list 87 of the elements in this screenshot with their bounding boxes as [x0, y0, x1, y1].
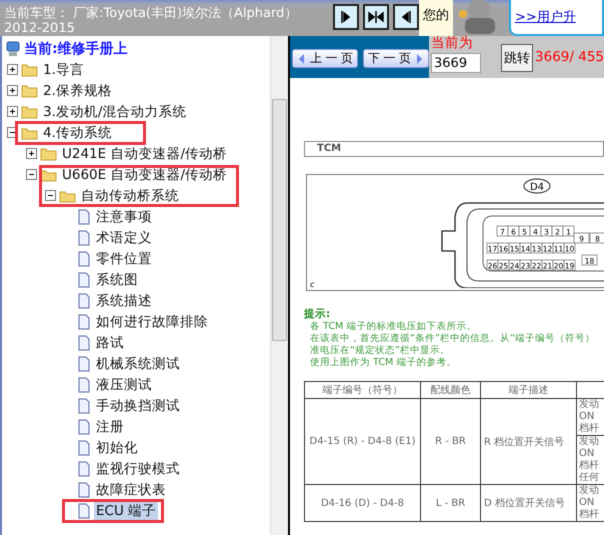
folder-icon	[40, 146, 57, 160]
folder-icon	[21, 62, 38, 76]
left-arrow-icon	[297, 52, 306, 64]
tree-item[interactable]: 3.发动机/混合动力系统	[41, 102, 188, 120]
document-icon	[77, 334, 91, 350]
tree-item[interactable]: 注册	[94, 418, 126, 436]
table-cell: L - BR	[420, 484, 480, 522]
hint-text: 各 TCM 端子的标准电压如下表所示。	[309, 321, 478, 333]
notice-text: 您的	[419, 0, 453, 36]
table-cell-text: 发动 ON 档杆	[578, 485, 600, 521]
table-cell: R 档位置开关信号	[480, 398, 576, 484]
document-icon	[77, 356, 91, 372]
document-icon	[77, 250, 91, 266]
column-header: 端子描述	[480, 382, 576, 398]
document-icon	[77, 376, 91, 392]
collapse-icon[interactable]	[45, 190, 56, 201]
tree-item[interactable]: 4.传动系统	[41, 124, 114, 142]
tree-item[interactable]: 注意事项	[94, 208, 154, 226]
tree-item[interactable]: 故障症状表	[94, 480, 168, 498]
folder-icon	[40, 168, 57, 182]
table-cell: D4-16 (D) - D4-8	[304, 484, 420, 522]
document-icon	[77, 398, 91, 414]
tree-item[interactable]: 1.导言	[41, 60, 86, 78]
table-cell: D4-15 (R) - D4-8 (E1)	[304, 398, 420, 484]
document-icon	[77, 482, 91, 498]
document-icon	[77, 292, 91, 308]
hint-text: 使用上图作为 TCM 端子的参考。	[309, 357, 458, 369]
hint-title: 提示:	[304, 307, 332, 321]
document-icon	[77, 314, 91, 330]
folder-icon	[59, 188, 76, 202]
scrollbar[interactable]	[270, 36, 288, 535]
layout-button[interactable]	[393, 4, 419, 30]
table-cell: R - BR	[420, 398, 480, 484]
diagram-caption: c	[310, 280, 314, 289]
document-icon	[77, 418, 91, 434]
column-header: 端子编号（符号）	[304, 382, 420, 398]
document-icon	[77, 230, 91, 246]
tree-item[interactable]: 系统图	[94, 270, 140, 288]
right-arrow-icon	[414, 52, 424, 64]
tree-item[interactable]: 2.保养规格	[41, 82, 114, 100]
table-cell: D 档位置开关信号	[480, 484, 576, 522]
tree-item[interactable]: 路试	[94, 334, 126, 352]
tree-item[interactable]: 机械系统测试	[94, 354, 182, 372]
document-icon	[77, 502, 91, 518]
hint-text: 在该表中，首先应遵循“条件”栏中的信息。从“端子编号（符号）	[309, 333, 596, 345]
table-cell: 发动 ON 档杆	[577, 399, 604, 436]
document-icon	[77, 460, 91, 476]
tree-item[interactable]: 自动传动桥系统	[79, 186, 181, 204]
folder-icon	[21, 126, 38, 140]
document-icon	[77, 440, 91, 456]
document-icon	[77, 208, 91, 224]
document-icon	[77, 272, 91, 288]
jump-button[interactable]: 跳转	[501, 44, 534, 72]
page-input[interactable]: 3669	[431, 53, 481, 73]
computer-icon	[6, 40, 20, 56]
layout-button[interactable]	[363, 4, 389, 30]
tree-item[interactable]: 液压测试	[94, 376, 154, 394]
column-header: 配线颜色	[420, 382, 480, 398]
expand-icon[interactable]	[26, 148, 37, 159]
table-cell-text: 发动 ON 档杆 任何	[578, 436, 600, 484]
next-page-button[interactable]: 下 一 页	[363, 49, 429, 68]
layout-button[interactable]	[333, 4, 359, 30]
tree-item[interactable]: 手动换挡测试	[94, 396, 182, 414]
current-page-label: 当前为	[431, 36, 474, 51]
arrow-icon	[368, 9, 384, 25]
page-count: 3669/ 455	[535, 50, 604, 67]
previous-page-button[interactable]: 上 一 页	[292, 49, 358, 68]
vehicle-years: 2012-2015	[4, 21, 76, 36]
expand-icon[interactable]	[7, 85, 18, 96]
tree-item[interactable]: 术语定义	[94, 228, 154, 246]
collapse-icon[interactable]	[26, 169, 37, 180]
tree-item[interactable]: U241E 自动变速器/传动桥	[60, 144, 230, 162]
expand-icon[interactable]	[7, 64, 18, 75]
tree-item[interactable]: 如何进行故障排除	[94, 312, 210, 330]
tree-item[interactable]: 零件位置	[94, 250, 154, 268]
tree-item[interactable]: 系统描述	[94, 292, 154, 310]
tree-item[interactable]: ECU 端子	[94, 502, 158, 520]
tree-item[interactable]: 监视行驶模式	[94, 460, 182, 478]
tree-item[interactable]: U660E 自动变速器/传动桥	[60, 166, 230, 184]
section-title: TCM	[304, 141, 604, 157]
hint-text: 准电压在“规定状态”栏中显示。	[309, 345, 451, 357]
folder-icon	[21, 84, 38, 98]
tree-item[interactable]: 初始化	[94, 438, 140, 456]
folder-icon	[21, 104, 38, 118]
tree-header: 当前:维修手册上	[24, 40, 128, 58]
expand-icon[interactable]	[7, 106, 18, 117]
vehicle-title: 当前车型： 厂家:Toyota(丰田)埃尔法（Alphard）	[4, 6, 298, 21]
